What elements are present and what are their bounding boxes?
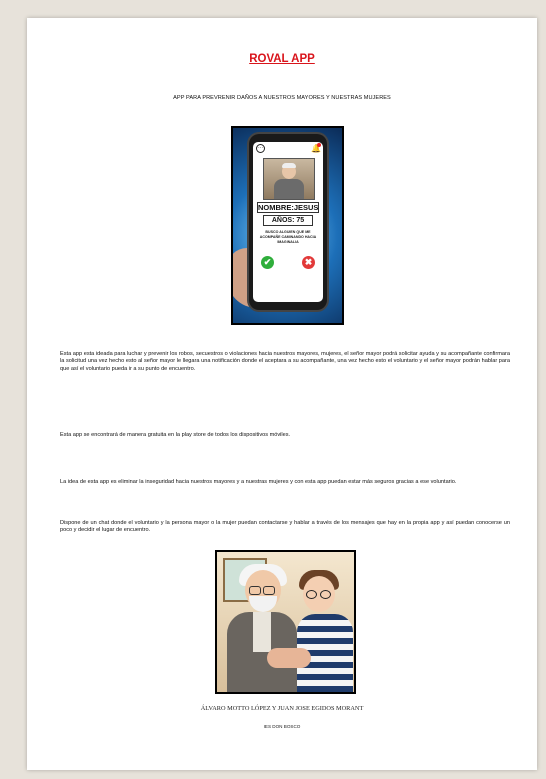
request-text: BUSCO ALGUIEN QUE ME ACOMPAÑE CAMINANDO … <box>259 230 317 244</box>
paragraph-goal: La idea de esta app es eliminar la inseg… <box>60 479 457 485</box>
document-title: ROVAL APP <box>249 53 315 65</box>
document-page: ROVAL APP APP PARA PREVRENIR DAÑOS A NUE… <box>27 18 537 770</box>
authors-line: ÁLVARO MOTTO LÓPEZ Y JUAN JOSE EGIDOS MO… <box>200 705 364 712</box>
paragraph-intro: Esta app esta ideada para luchar y preve… <box>60 351 510 372</box>
document-subtitle: APP PARA PREVRENIR DAÑOS A NUESTROS MAYO… <box>173 95 391 101</box>
elderly-and-child-illustration <box>215 550 356 694</box>
old-man-glasses-left <box>249 586 261 595</box>
notification-dot <box>317 143 321 147</box>
old-man-glasses-right <box>263 586 275 595</box>
elderly-man-photo <box>263 158 315 200</box>
old-man-beard <box>249 596 277 612</box>
chat-icon: ··· <box>256 144 265 153</box>
phone-top-bar: ··· 🔔 <box>256 143 321 154</box>
old-man-shirt <box>253 612 271 652</box>
bell-icon: 🔔 <box>311 143 321 153</box>
phone-body: ··· 🔔 NOMBRE:JESUS AÑOS: 75 BUSCO ALGUIE… <box>249 134 327 310</box>
paragraph-chat: Dispone de un chat donde el voluntario y… <box>60 520 510 534</box>
photo-torso <box>274 179 304 199</box>
child-glasses-right <box>320 590 331 599</box>
school-name: IES DON BOSCO <box>263 724 301 729</box>
child-glasses-left <box>306 590 317 599</box>
name-label: NOMBRE:JESUS <box>257 202 319 213</box>
reject-x-icon: ✖ <box>302 256 315 269</box>
accept-check-icon: ✔ <box>261 256 274 269</box>
joined-hands <box>267 648 311 668</box>
age-label: AÑOS: 75 <box>263 215 313 226</box>
paragraph-free: Esta app se encontrará de manera gratuit… <box>60 432 291 438</box>
phone-mockup-image: ··· 🔔 NOMBRE:JESUS AÑOS: 75 BUSCO ALGUIE… <box>231 126 344 325</box>
phone-screen: ··· 🔔 NOMBRE:JESUS AÑOS: 75 BUSCO ALGUIE… <box>253 142 323 302</box>
photo-hair <box>282 163 296 168</box>
